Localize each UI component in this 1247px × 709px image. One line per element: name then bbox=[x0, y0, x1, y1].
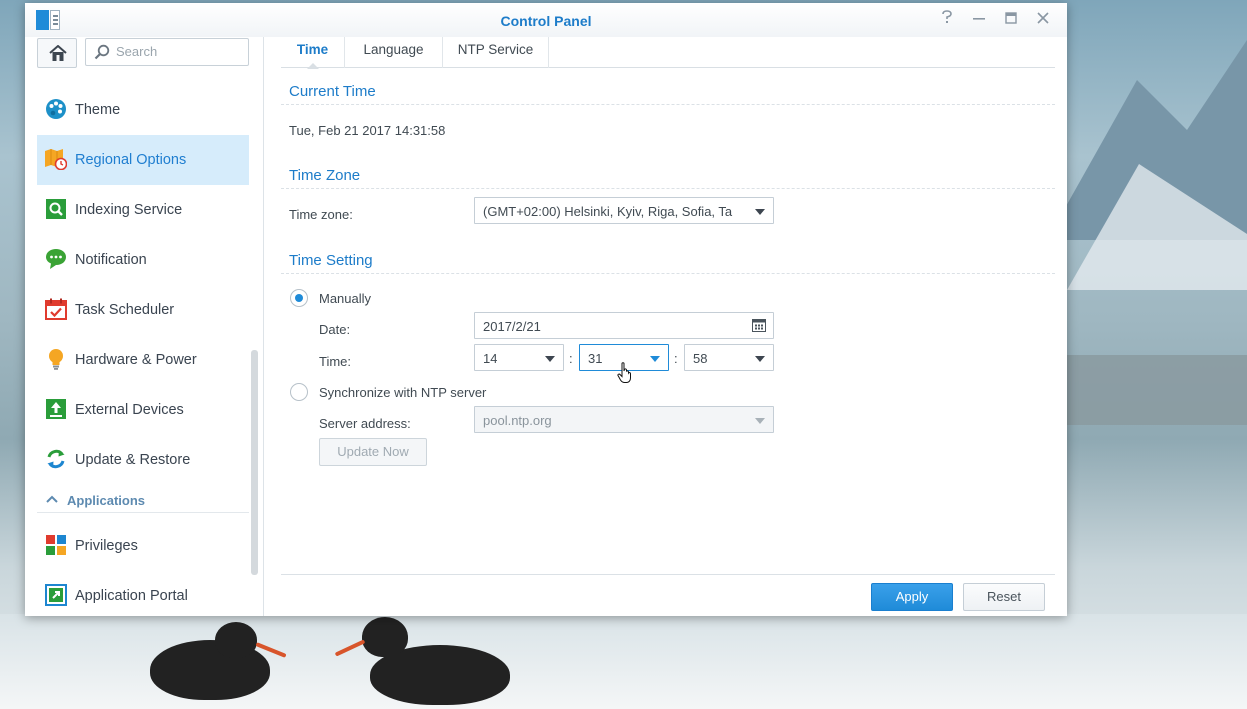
calendar-icon[interactable] bbox=[752, 319, 766, 332]
sidebar-item-label: Task Scheduler bbox=[75, 302, 175, 318]
sidebar-item-label: Update & Restore bbox=[75, 452, 191, 468]
background-bird-head bbox=[215, 622, 257, 658]
close-icon[interactable] bbox=[1033, 10, 1053, 30]
apply-button[interactable]: Apply bbox=[871, 583, 953, 611]
refresh-icon bbox=[47, 449, 65, 469]
help-icon[interactable] bbox=[937, 10, 957, 30]
title-bar[interactable]: Control Panel bbox=[25, 3, 1067, 37]
calendar-check-icon bbox=[45, 298, 67, 320]
tab-bar: Time Language NTP Service bbox=[281, 37, 1055, 69]
server-address-label: Server address: bbox=[319, 416, 411, 431]
server-address-select[interactable]: pool.ntp.org bbox=[474, 406, 774, 433]
sidebar-item-indexing-service[interactable]: Indexing Service bbox=[37, 185, 249, 235]
footer-divider bbox=[281, 574, 1055, 575]
time-zone-label: Time zone: bbox=[289, 207, 353, 222]
sidebar-scrollbar[interactable] bbox=[251, 350, 258, 575]
search-box[interactable] bbox=[85, 38, 249, 66]
chevron-up-icon bbox=[46, 495, 58, 503]
tab-time[interactable]: Time bbox=[281, 37, 345, 69]
privileges-icon bbox=[46, 535, 66, 555]
chevron-down-icon bbox=[545, 356, 555, 362]
background-building bbox=[1067, 355, 1247, 425]
minimize-icon[interactable] bbox=[969, 10, 989, 30]
time-separator: : bbox=[674, 351, 678, 366]
control-panel-window: Control Panel Search Theme Regional Opti… bbox=[25, 3, 1067, 616]
manually-label: Manually bbox=[319, 291, 372, 306]
sidebar-item-label: Theme bbox=[75, 102, 121, 118]
update-now-button[interactable]: Update Now bbox=[319, 438, 427, 466]
ntp-sync-label: Synchronize with NTP server bbox=[319, 385, 487, 400]
search-input[interactable] bbox=[116, 44, 241, 59]
manually-radio[interactable] bbox=[290, 289, 308, 307]
upload-box-icon bbox=[46, 399, 66, 419]
time-zone-heading: Time Zone bbox=[289, 167, 361, 184]
time-zone-select[interactable]: (GMT+02:00) Helsinki, Kyiv, Riga, Sofia,… bbox=[474, 197, 774, 224]
current-time-heading: Current Time bbox=[289, 83, 376, 100]
sidebar-item-update-restore[interactable]: Update & Restore bbox=[37, 435, 249, 485]
maximize-icon[interactable] bbox=[1001, 10, 1021, 30]
reset-button[interactable]: Reset bbox=[963, 583, 1045, 611]
divider bbox=[281, 188, 1055, 189]
portal-icon bbox=[45, 584, 67, 606]
main-content: Time Language NTP Service Current Time T… bbox=[265, 37, 1067, 616]
time-label: Time: bbox=[319, 354, 352, 369]
sidebar: Theme Regional Options Indexing Service bbox=[25, 37, 264, 616]
sidebar-item-hardware-power[interactable]: Hardware & Power bbox=[37, 335, 249, 385]
applications-section-header[interactable]: Applications bbox=[37, 489, 249, 513]
window-title: Control Panel bbox=[500, 13, 592, 29]
search-icon bbox=[94, 44, 110, 60]
sidebar-item-label: Regional Options bbox=[75, 152, 187, 168]
indexing-icon bbox=[46, 199, 66, 219]
sidebar-item-external-devices[interactable]: External Devices bbox=[37, 385, 249, 435]
date-field[interactable]: 2017/2/21 bbox=[474, 312, 774, 339]
date-label: Date: bbox=[319, 322, 351, 337]
server-address-value: pool.ntp.org bbox=[483, 413, 552, 428]
sidebar-item-label: External Devices bbox=[75, 402, 184, 418]
divider bbox=[281, 273, 1055, 274]
sidebar-item-label: Privileges bbox=[75, 538, 138, 554]
chevron-down-icon bbox=[755, 418, 765, 424]
sidebar-item-privileges[interactable]: Privileges bbox=[37, 521, 249, 571]
home-icon bbox=[49, 45, 67, 61]
sidebar-item-label: Indexing Service bbox=[75, 202, 183, 218]
current-time-value: Tue, Feb 21 2017 14:31:58 bbox=[289, 123, 446, 138]
chevron-down-icon bbox=[755, 356, 765, 362]
palette-icon bbox=[46, 99, 66, 119]
hand-pointer-icon bbox=[617, 362, 631, 383]
hour-value: 14 bbox=[483, 351, 498, 366]
home-button[interactable] bbox=[37, 38, 77, 68]
sidebar-item-theme[interactable]: Theme bbox=[37, 85, 249, 135]
date-value: 2017/2/21 bbox=[483, 319, 541, 334]
chevron-down-icon bbox=[650, 356, 660, 362]
tab-language[interactable]: Language bbox=[345, 37, 443, 68]
time-separator: : bbox=[569, 351, 573, 366]
section-label: Applications bbox=[67, 493, 146, 508]
time-zone-value: (GMT+02:00) Helsinki, Kyiv, Riga, Sofia,… bbox=[483, 204, 733, 219]
sidebar-item-label: Notification bbox=[75, 252, 147, 268]
minute-value: 31 bbox=[588, 351, 603, 366]
divider bbox=[281, 104, 1055, 105]
sidebar-item-notification[interactable]: Notification bbox=[37, 235, 249, 285]
map-clock-icon bbox=[45, 149, 67, 170]
sidebar-item-label: Hardware & Power bbox=[75, 352, 197, 368]
time-setting-heading: Time Setting bbox=[289, 252, 373, 269]
second-select[interactable]: 58 bbox=[684, 344, 774, 371]
second-value: 58 bbox=[693, 351, 708, 366]
ntp-sync-radio[interactable] bbox=[290, 383, 308, 401]
lightbulb-icon bbox=[49, 349, 63, 370]
chevron-down-icon bbox=[755, 209, 765, 215]
sidebar-item-task-scheduler[interactable]: Task Scheduler bbox=[37, 285, 249, 335]
tab-ntp-service[interactable]: NTP Service bbox=[443, 37, 549, 68]
hour-select[interactable]: 14 bbox=[474, 344, 564, 371]
sidebar-item-regional-options[interactable]: Regional Options bbox=[37, 135, 249, 185]
sidebar-item-label: Application Portal bbox=[75, 588, 188, 604]
background-bird-head bbox=[362, 617, 408, 657]
sidebar-item-application-portal[interactable]: Application Portal bbox=[37, 571, 249, 616]
chat-bubble-icon bbox=[46, 249, 66, 269]
